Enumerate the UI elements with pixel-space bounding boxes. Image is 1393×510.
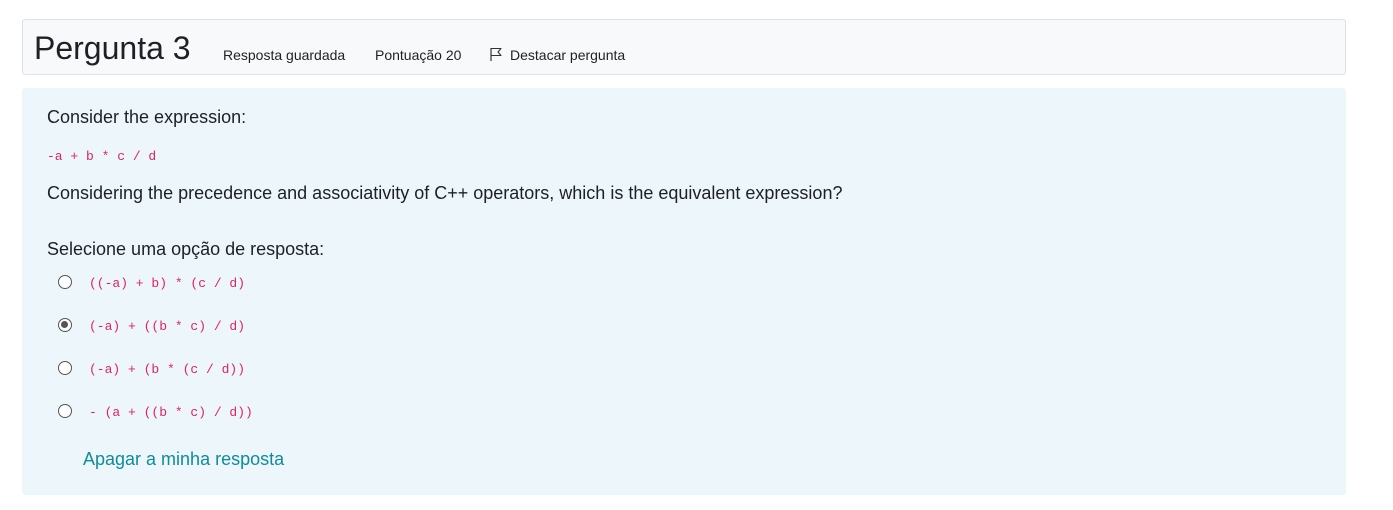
- answer-radio-4[interactable]: [58, 404, 72, 418]
- answer-option-3[interactable]: (-a) + (b * (c / d)): [89, 362, 245, 378]
- question-grade: Pontuação 20: [375, 47, 462, 63]
- answer-select-label: Selecione uma opção de resposta:: [47, 239, 325, 259]
- expression-code: -a + b * c / d: [47, 149, 157, 164]
- answer-option-1[interactable]: ((-a) + b) * (c / d): [89, 276, 245, 292]
- flag-icon: [490, 47, 502, 61]
- answer-option-2[interactable]: (-a) + ((b * c) / d): [89, 319, 245, 335]
- question-prompt: Considering the precedence and associati…: [47, 183, 843, 203]
- flag-question-label: Destacar pergunta: [510, 47, 626, 63]
- question-intro: Consider the expression:: [47, 107, 247, 127]
- question-title: Pergunta 3: [34, 29, 191, 67]
- question-number: 3: [172, 30, 191, 66]
- question-title-prefix: Pergunta: [34, 30, 164, 66]
- answer-radio-1[interactable]: [58, 275, 72, 289]
- question-content: Consider the expression: -a + b * c / d …: [22, 88, 1346, 495]
- answer-radio-3[interactable]: [58, 361, 72, 375]
- question-status: Resposta guardada: [223, 47, 346, 63]
- clear-answer-link[interactable]: Apagar a minha resposta: [83, 447, 284, 471]
- answer-option-4[interactable]: - (a + ((b * c) / d)): [89, 405, 253, 421]
- answer-radio-2[interactable]: [58, 318, 72, 332]
- question-info-header: Pergunta 3 Resposta guardada Pontuação 2…: [22, 19, 1346, 75]
